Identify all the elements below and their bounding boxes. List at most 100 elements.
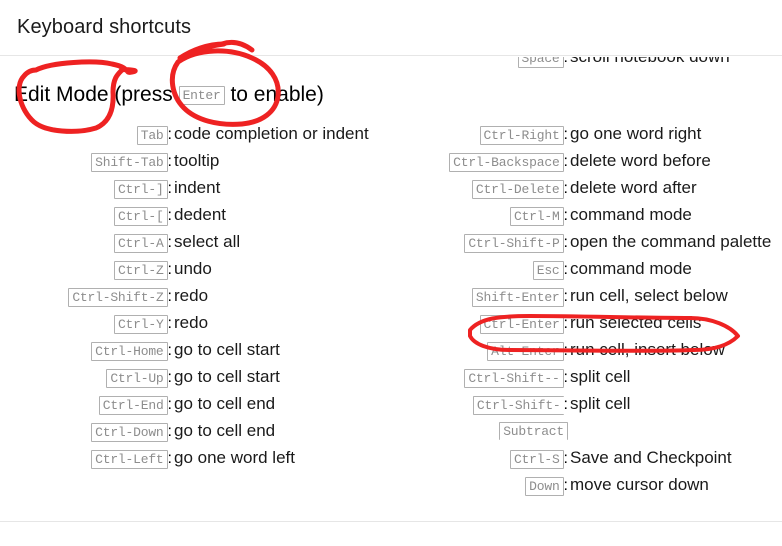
shortcut-key-cell: Ctrl-Backspace:	[396, 148, 568, 175]
table-row: Ctrl-[: dedent	[0, 201, 386, 228]
key-badge-subtract: Subtract	[499, 422, 568, 440]
key-badge-ctrl-enter: Ctrl-Enter	[479, 315, 564, 334]
shortcut-list-right: Ctrl-Right: go one word right Ctrl-Backspa…	[396, 120, 782, 498]
table-row: Ctrl-Shift-Z: redo	[0, 282, 386, 309]
shortcut-description: redo	[174, 286, 209, 305]
shortcut-key-cell: Ctrl-Up:	[0, 364, 172, 391]
key-badge-enter: Enter	[178, 86, 225, 105]
table-row: Ctrl-Left: go one word left	[0, 444, 386, 471]
shortcut-key-cell: Tab:	[0, 121, 172, 148]
shortcut-description: command mode	[570, 205, 692, 224]
shortcut-description: redo	[174, 313, 209, 332]
table-row: Ctrl-Shift--: split cell	[396, 363, 782, 390]
shortcut-description: run cell, insert below	[570, 340, 725, 359]
shortcut-description: split cell	[570, 367, 631, 386]
shortcut-key-cell: Ctrl-Right:	[396, 121, 568, 148]
table-row: Ctrl-]: indent	[0, 174, 386, 201]
shortcut-description: go to cell end	[174, 421, 276, 440]
shortcut-key-cell: Ctrl-Y:	[0, 310, 172, 337]
key-badge-ctrl-right: Ctrl-Right	[479, 126, 564, 145]
shortcut-key-cell: Ctrl-[:	[0, 202, 172, 229]
table-row: Ctrl-Down: go to cell end	[0, 417, 386, 444]
shortcut-description: run selected cells	[570, 313, 702, 332]
table-row: Ctrl-End: go to cell end	[0, 390, 386, 417]
keyboard-shortcuts-modal: Keyboard shortcuts Edit Mode (press Ente…	[0, 0, 782, 546]
table-row: Esc: command mode	[396, 255, 782, 282]
key-badge-ctrl-end: Ctrl-End	[98, 396, 168, 415]
shortcut-key-cell: Shift-Enter:	[396, 283, 568, 310]
shortcut-description: delete word before	[570, 151, 711, 170]
shortcut-description: select all	[174, 232, 241, 251]
shortcut-description: go to cell end	[174, 394, 276, 413]
table-row: Shift-Tab: tooltip	[0, 147, 386, 174]
shortcut-description: go to cell start	[174, 340, 280, 359]
shortcut-description: command mode	[570, 259, 692, 278]
key-badge-ctrl-s: Ctrl-S	[509, 450, 564, 469]
shortcut-key-cell: Ctrl-Shift-P:	[396, 229, 568, 256]
table-row: Ctrl-Shift-P: open the command palette	[396, 228, 782, 255]
shortcut-key-cell: Subtract	[396, 417, 568, 444]
shortcut-description: Save and Checkpoint	[570, 448, 732, 467]
shortcut-key-cell: Alt-Enter:	[396, 337, 568, 364]
shortcut-key-cell: Ctrl-Enter:	[396, 310, 568, 337]
key-badge-tab: Tab	[136, 126, 168, 145]
key-badge-ctrl-y: Ctrl-Y	[113, 315, 168, 334]
table-row: Ctrl-Shift-: split cell	[396, 390, 782, 417]
shortcut-description: go one word right	[570, 124, 702, 143]
table-row: Ctrl-M: command mode	[396, 201, 782, 228]
shortcut-description: indent	[174, 178, 221, 197]
table-row: Ctrl-Delete: delete word after	[396, 174, 782, 201]
table-row: Ctrl-Z: undo	[0, 255, 386, 282]
table-row: Ctrl-A: select all	[0, 228, 386, 255]
shortcut-description: move cursor down	[570, 475, 709, 494]
key-badge-ctrl: Ctrl-]	[113, 180, 168, 199]
table-row: Subtract	[396, 417, 782, 444]
shortcut-key-cell: Ctrl-A:	[0, 229, 172, 256]
shortcut-description: open the command palette	[570, 232, 772, 251]
section-heading-suffix: to enable)	[230, 83, 324, 106]
key-badge-ctrl-shift-z: Ctrl-Shift-Z	[68, 288, 168, 307]
key-badge-shift-enter: Shift-Enter	[471, 288, 564, 307]
key-badge-ctrl-home: Ctrl-Home	[91, 342, 168, 361]
key-badge-space: Space	[517, 57, 564, 68]
shortcuts-scroll-area[interactable]: Edit Mode (press Enter to enable) Tab: co…	[0, 57, 782, 522]
shortcut-list-left: Tab: code completion or indent Shift-Tab: t…	[0, 120, 386, 471]
shortcut-key-cell: Down:	[396, 472, 568, 499]
table-row: Shift-Enter: run cell, select below	[396, 282, 782, 309]
key-badge-ctrl-a: Ctrl-A	[113, 234, 168, 253]
key-badge-alt-enter: Alt-Enter	[487, 342, 564, 361]
shortcut-row-clipped: Space: scroll notebook down	[396, 57, 782, 70]
shortcut-key-cell: Ctrl-Z:	[0, 256, 172, 283]
key-badge-ctrl-delete: Ctrl-Delete	[471, 180, 564, 199]
table-row: Down: move cursor down	[396, 471, 782, 498]
key-badge-ctrl-shift: Ctrl-Shift-	[472, 396, 564, 415]
shortcut-description: tooltip	[174, 151, 220, 170]
shortcut-key-cell: Esc:	[396, 256, 568, 283]
key-badge-esc: Esc	[532, 261, 564, 280]
shortcut-description: code completion or indent	[174, 124, 369, 143]
shortcut-description: dedent	[174, 205, 226, 224]
shortcut-description: go to cell start	[174, 367, 280, 386]
shortcut-key-cell: Ctrl-Shift--:	[396, 364, 568, 391]
section-heading-edit-mode: Edit Mode (press Enter to enable)	[14, 82, 324, 108]
key-badge-ctrl-down: Ctrl-Down	[91, 423, 168, 442]
table-row: Ctrl-Y: redo	[0, 309, 386, 336]
shortcut-description: run cell, select below	[570, 286, 728, 305]
shortcut-description: go one word left	[174, 448, 295, 467]
shortcut-key-cell: Ctrl-S:	[396, 445, 568, 472]
shortcut-key-cell: Ctrl-Shift-Z:	[0, 283, 172, 310]
table-row: Ctrl-S: Save and Checkpoint	[396, 444, 782, 471]
shortcut-key-cell: Ctrl-Home:	[0, 337, 172, 364]
key-badge-ctrl-z: Ctrl-Z	[113, 261, 168, 280]
shortcut-key-cell: Ctrl-End:	[0, 391, 172, 418]
shortcut-description: undo	[174, 259, 212, 278]
shortcut-key-cell: Ctrl-Shift-:	[396, 391, 568, 418]
shortcut-key-cell: Ctrl-M:	[396, 202, 568, 229]
table-row: Alt-Enter: run cell, insert below	[396, 336, 782, 363]
shortcut-description: split cell	[570, 394, 631, 413]
key-badge-ctrl: Ctrl-[	[113, 207, 168, 226]
key-badge-ctrl-up: Ctrl-Up	[106, 369, 168, 388]
key-badge-ctrl-shift-p: Ctrl-Shift-P	[464, 234, 564, 253]
key-badge-down: Down	[525, 477, 564, 496]
shortcut-description: scroll notebook down	[568, 57, 730, 70]
